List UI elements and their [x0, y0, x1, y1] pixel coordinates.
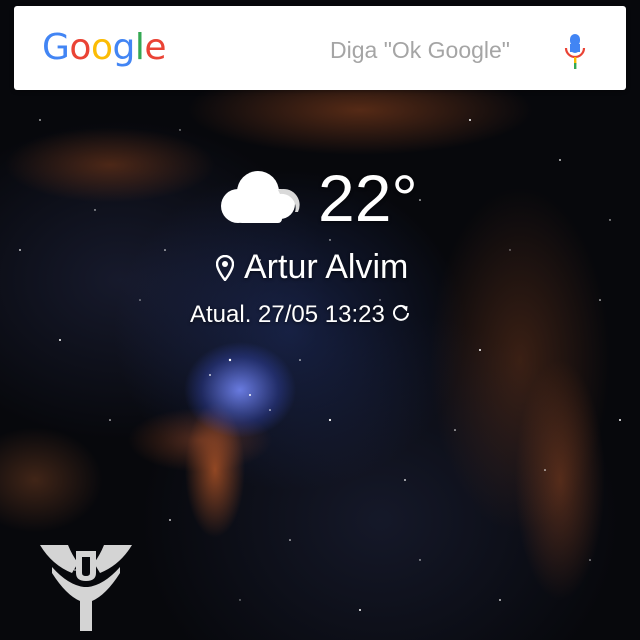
destiny-app-icon[interactable]	[38, 543, 134, 633]
mic-icon[interactable]	[563, 34, 587, 70]
location-name: Artur Alvim	[244, 248, 409, 286]
google-logo-letter: G	[42, 27, 70, 68]
search-hint[interactable]: Diga "Ok Google"	[330, 36, 530, 64]
refresh-icon[interactable]	[391, 303, 411, 323]
temperature: 22°	[318, 161, 418, 235]
google-logo-letter: o	[69, 27, 91, 68]
cloud-icon	[221, 171, 300, 223]
google-logo-letter: e	[144, 27, 166, 68]
google-search-bar[interactable]: Google Diga "Ok Google"	[14, 6, 626, 90]
google-logo-letter: g	[112, 27, 135, 68]
google-logo-letter: l	[134, 27, 145, 68]
google-logo-letter: o	[90, 27, 113, 68]
updated-timestamp: Atual. 27/05 13:23	[190, 301, 385, 328]
pin-icon	[216, 255, 234, 281]
updated-row: Atual. 27/05 13:23	[190, 300, 411, 330]
google-logo[interactable]: Google	[42, 28, 166, 68]
